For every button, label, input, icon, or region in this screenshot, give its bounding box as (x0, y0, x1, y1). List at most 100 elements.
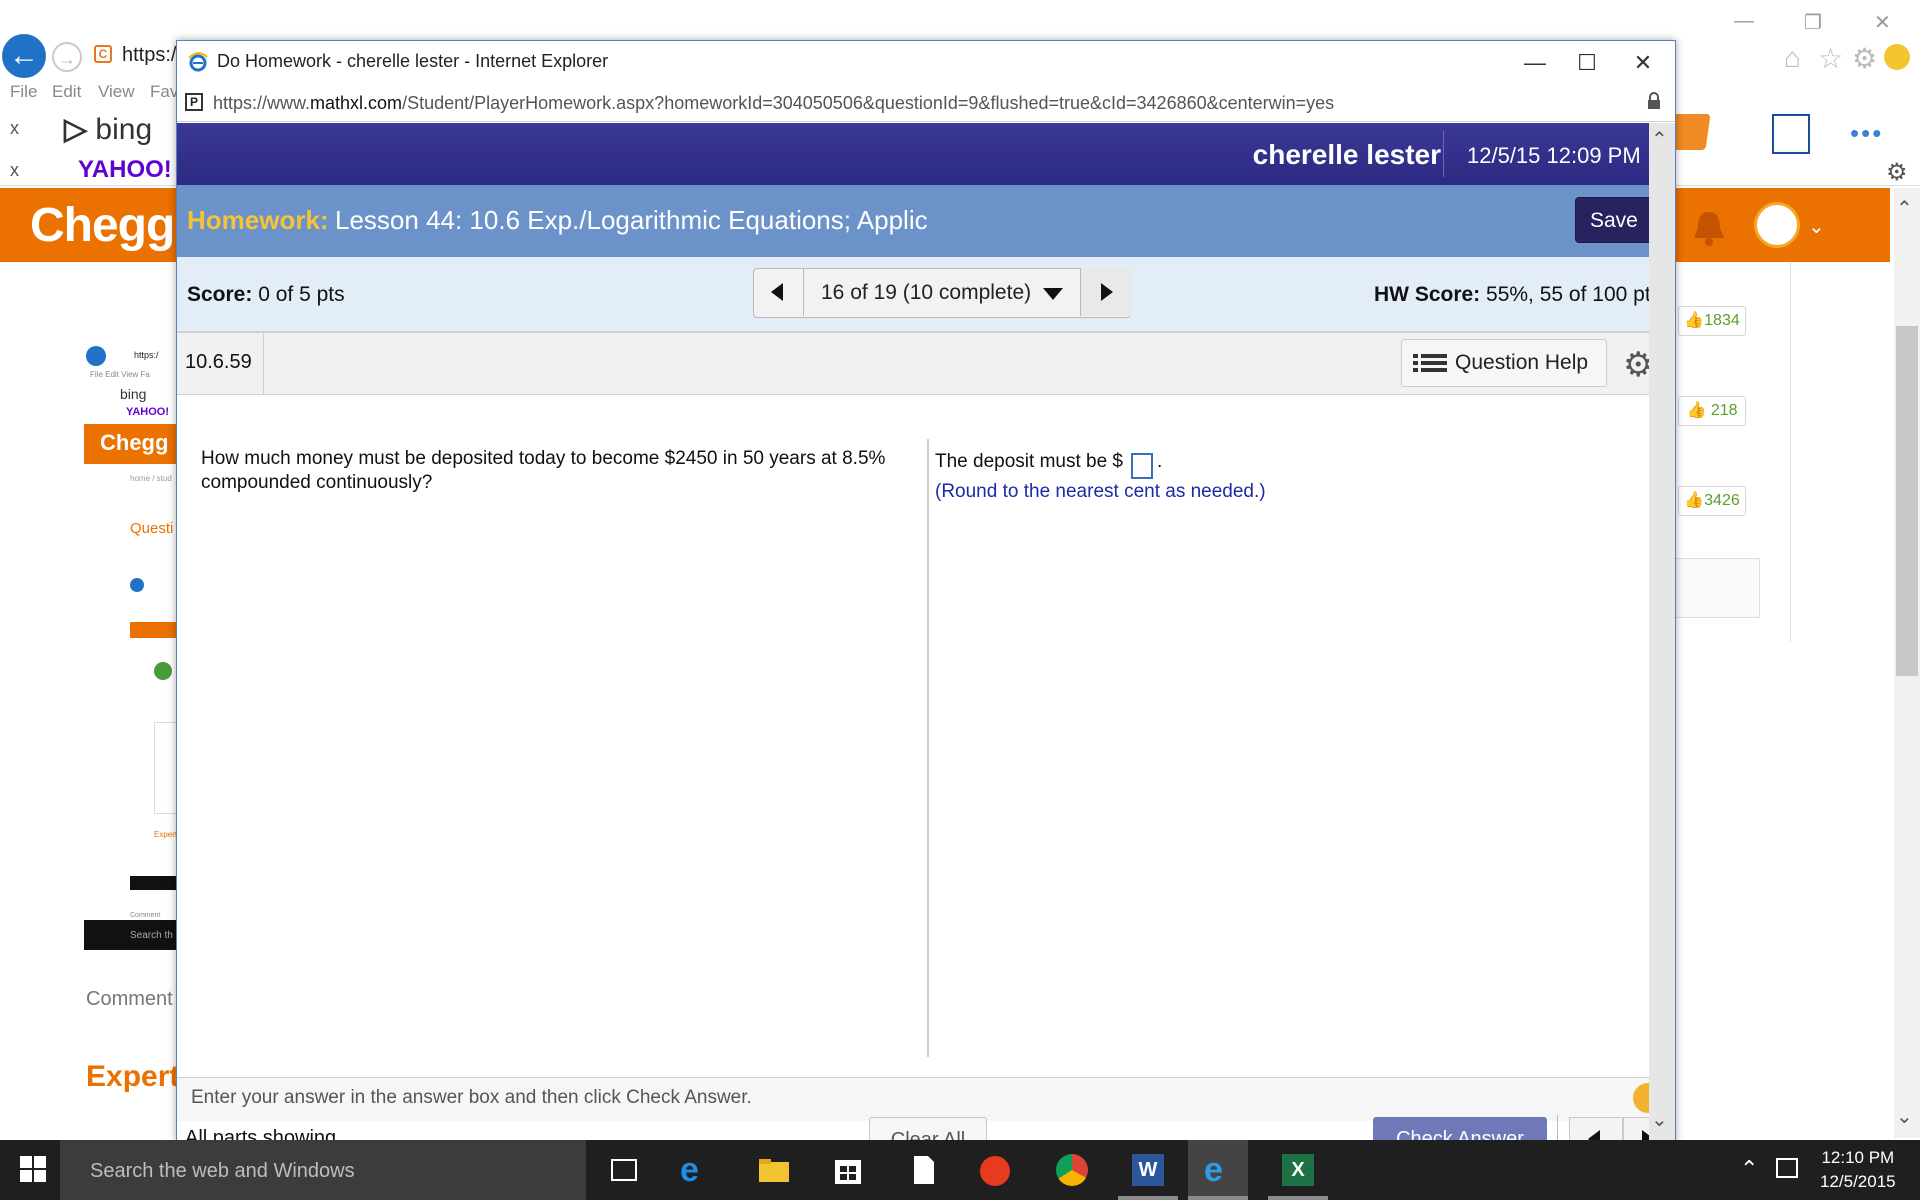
question-number: 10.6.59 (185, 351, 252, 373)
more-dots-icon[interactable]: ••• (1850, 118, 1883, 149)
forward-button[interactable]: → (52, 42, 82, 72)
side-panel-border (1790, 262, 1791, 642)
instruction-text: Enter your answer in the answer box and … (191, 1087, 752, 1108)
thumb-question: Questi (130, 520, 174, 537)
store-icon[interactable] (830, 1152, 866, 1188)
thumb-check-icon (154, 662, 172, 680)
minimize-button[interactable]: — (1513, 45, 1557, 81)
edge-icon[interactable]: e (680, 1152, 716, 1188)
lock-icon[interactable] (1647, 92, 1661, 110)
thumb-menu: File Edit View Fa (90, 370, 150, 379)
toolbar-gear-icon[interactable]: ⚙ (1886, 158, 1908, 187)
user-name: cherelle lester (1252, 139, 1441, 170)
show-hidden-icons-icon[interactable]: ⌃ (1740, 1156, 1758, 1182)
taskbar-clock[interactable]: 12:10 PM 12/5/2015 (1820, 1146, 1896, 1194)
scroll-up-icon[interactable]: ⌃ (1651, 127, 1668, 152)
question-score: Score: 0 of 5 pts (187, 283, 345, 306)
document-icon[interactable] (906, 1152, 942, 1188)
chrome-icon[interactable] (1056, 1154, 1088, 1186)
arrow-right-icon (1101, 283, 1113, 301)
taskbar-search-placeholder[interactable]: Search the web and Windows (90, 1160, 355, 1183)
notes-app-icon[interactable] (1772, 114, 1810, 154)
window-scrollbar[interactable] (1649, 123, 1675, 1141)
clear-all-button[interactable]: Clear All (869, 1117, 987, 1141)
menu-favorites[interactable]: Fav (150, 82, 178, 102)
clock-date: 12/5/2015 (1820, 1172, 1896, 1191)
thumb-breadcrumb: home / stud (130, 474, 172, 483)
footer-previous-button[interactable] (1569, 1117, 1623, 1141)
toolbar-separator (263, 333, 264, 395)
bing-toolbar-logo[interactable]: ▷ bing (64, 112, 152, 147)
back-button[interactable]: ← (2, 34, 46, 78)
clock-time: 12:10 PM (1821, 1148, 1895, 1167)
notification-bell-icon[interactable] (1690, 208, 1728, 248)
menu-view[interactable]: View (98, 82, 135, 102)
thumb-yahoo: YAHOO! (126, 406, 169, 418)
bg-close-icon[interactable]: ✕ (1874, 10, 1891, 35)
yahoo-toolbar-logo[interactable]: YAHOO! (78, 156, 172, 184)
thumb-bing: bing (120, 386, 147, 402)
internet-explorer-taskbar-icon[interactable]: e (1204, 1152, 1240, 1188)
word-icon[interactable]: W (1132, 1154, 1164, 1186)
scroll-down-icon[interactable]: ⌄ (1896, 1104, 1913, 1129)
user-avatar[interactable] (1754, 202, 1800, 248)
windows-start-icon[interactable] (20, 1156, 46, 1182)
thumb-expert: Expert (154, 830, 178, 839)
parts-showing-label: All parts showing (185, 1127, 337, 1141)
answer-input[interactable] (1131, 453, 1153, 479)
favorites-star-icon[interactable]: ☆ (1818, 42, 1843, 75)
question-help-label[interactable]: Question Help (1455, 351, 1588, 375)
excel-icon[interactable]: X (1282, 1154, 1314, 1186)
settings-gear-icon[interactable]: ⚙ (1623, 345, 1649, 385)
thumb-mini-icon (130, 578, 144, 592)
mathxl-content: cherelle lester 12/5/15 12:09 PM Homewor… (177, 123, 1649, 1141)
dropdown-triangle-icon[interactable] (1043, 288, 1063, 300)
expert-heading: Expert (86, 1060, 180, 1093)
close-button[interactable]: ✕ (1621, 45, 1665, 81)
header-separator (1443, 131, 1444, 177)
window-title: Do Homework - cherelle lester - Internet… (217, 51, 609, 71)
list-icon (1413, 354, 1447, 372)
excel-active-indicator (1268, 1196, 1328, 1200)
feedback-smiley-icon[interactable] (1884, 44, 1910, 70)
question-selector[interactable]: 16 of 19 (10 complete) (821, 281, 1031, 305)
menu-edit[interactable]: Edit (52, 82, 81, 102)
homework-title: Lesson 44: 10.6 Exp./Logarithmic Equatio… (335, 205, 928, 235)
close-toolbar-icon[interactable]: x (10, 160, 19, 181)
thumb-back-icon (86, 346, 106, 366)
page-scrollbar-thumb[interactable] (1896, 326, 1918, 676)
maximize-button[interactable]: ☐ (1565, 45, 1609, 81)
chegg-logo[interactable]: Chegg (30, 198, 175, 253)
thumbs-up-count[interactable]: 👍1834 (1678, 306, 1746, 336)
media-app-icon[interactable] (980, 1156, 1010, 1186)
bg-minimize-icon[interactable]: — (1734, 10, 1754, 33)
next-question-button[interactable] (1080, 268, 1131, 316)
internet-explorer-icon (188, 52, 208, 72)
action-center-icon[interactable] (1776, 1158, 1798, 1178)
settings-gear-icon[interactable]: ⚙ (1852, 42, 1877, 75)
close-toolbar-icon[interactable]: x (10, 118, 19, 139)
check-answer-button[interactable]: Check Answer (1373, 1117, 1547, 1141)
ie-homework-window: Do Homework - cherelle lester - Internet… (176, 40, 1676, 1142)
footer-next-button[interactable] (1623, 1117, 1649, 1141)
scroll-down-icon[interactable]: ⌄ (1651, 1107, 1668, 1132)
comment-heading: Comment (86, 988, 173, 1010)
previous-question-button[interactable] (753, 268, 804, 316)
answer-suffix: . (1157, 451, 1163, 472)
home-icon[interactable]: ⌂ (1784, 42, 1801, 74)
thumbs-up-count[interactable]: 👍 218 (1678, 396, 1746, 426)
question-text: How much money must be deposited today t… (201, 448, 886, 493)
page-favicon-icon: P (185, 93, 203, 111)
side-panel-box (1672, 558, 1760, 618)
address-url[interactable]: https://www.mathxl.com/Student/PlayerHom… (213, 93, 1334, 114)
scroll-up-icon[interactable]: ⌃ (1896, 196, 1913, 221)
task-view-icon[interactable] (606, 1152, 642, 1188)
background-url[interactable]: https:/ (122, 44, 176, 67)
thumbs-up-count[interactable]: 👍3426 (1678, 486, 1746, 516)
chevron-down-icon[interactable]: ⌄ (1808, 214, 1825, 239)
menu-file[interactable]: File (10, 82, 37, 102)
file-explorer-icon[interactable] (756, 1152, 792, 1188)
site-favicon-icon: C (94, 45, 112, 63)
bg-restore-icon[interactable]: ❐ (1804, 10, 1822, 35)
save-button[interactable]: Save (1575, 197, 1649, 243)
